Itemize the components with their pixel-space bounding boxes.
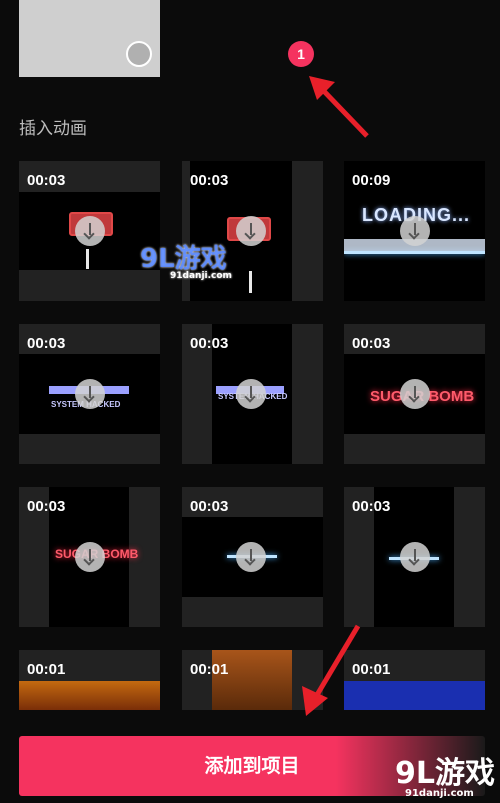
watermark-center: 9L游戏 91danji.com xyxy=(140,244,232,281)
tile-duration: 00:03 xyxy=(190,335,229,352)
download-icon[interactable] xyxy=(75,216,105,246)
download-icon[interactable] xyxy=(75,379,105,409)
section-title: 插入动画 xyxy=(19,119,87,139)
tile-duration: 00:03 xyxy=(190,498,229,515)
tile-duration: 00:03 xyxy=(352,335,391,352)
download-icon[interactable] xyxy=(400,379,430,409)
animation-tile[interactable]: 00:09 LOADING... xyxy=(344,161,485,301)
tile-duration: 00:03 xyxy=(190,172,229,189)
tile-duration: 00:01 xyxy=(27,661,66,678)
download-icon[interactable] xyxy=(400,542,430,572)
animation-tile[interactable]: 00:03 SUGAR BOMB xyxy=(19,487,160,627)
select-radio[interactable] xyxy=(126,41,152,67)
animation-tile[interactable]: 00:03 xyxy=(344,487,485,627)
tile-duration: 00:03 xyxy=(27,335,66,352)
tile-duration: 00:09 xyxy=(352,172,391,189)
animation-tile[interactable]: 00:03 SYSTEM HACKED xyxy=(182,324,323,464)
download-icon[interactable] xyxy=(236,379,266,409)
watermark-corner: 9L游戏 91danji.com xyxy=(395,756,495,799)
annotation-arrow-top xyxy=(309,76,369,138)
animation-tile[interactable]: 00:03 SUGAR BOMB xyxy=(344,324,485,464)
download-icon[interactable] xyxy=(400,216,430,246)
download-icon[interactable] xyxy=(75,542,105,572)
tile-duration: 00:01 xyxy=(190,661,229,678)
animation-tile[interactable]: 00:03 xyxy=(182,487,323,627)
tile-duration: 00:03 xyxy=(27,172,66,189)
tile-duration: 00:03 xyxy=(352,498,391,515)
selection-count-badge: 1 xyxy=(288,41,314,67)
annotation-arrow-bottom xyxy=(302,624,361,716)
animation-tile[interactable]: 00:03 SYSTEM HACKED xyxy=(19,324,160,464)
download-icon[interactable] xyxy=(236,216,266,246)
download-icon[interactable] xyxy=(236,542,266,572)
animation-tile[interactable]: 00:01 xyxy=(19,650,160,710)
tile-duration: 00:03 xyxy=(27,498,66,515)
loading-bar xyxy=(344,251,485,254)
animation-tile[interactable]: 00:03 xyxy=(19,161,160,301)
selected-clip-thumbnail[interactable] xyxy=(19,0,160,77)
